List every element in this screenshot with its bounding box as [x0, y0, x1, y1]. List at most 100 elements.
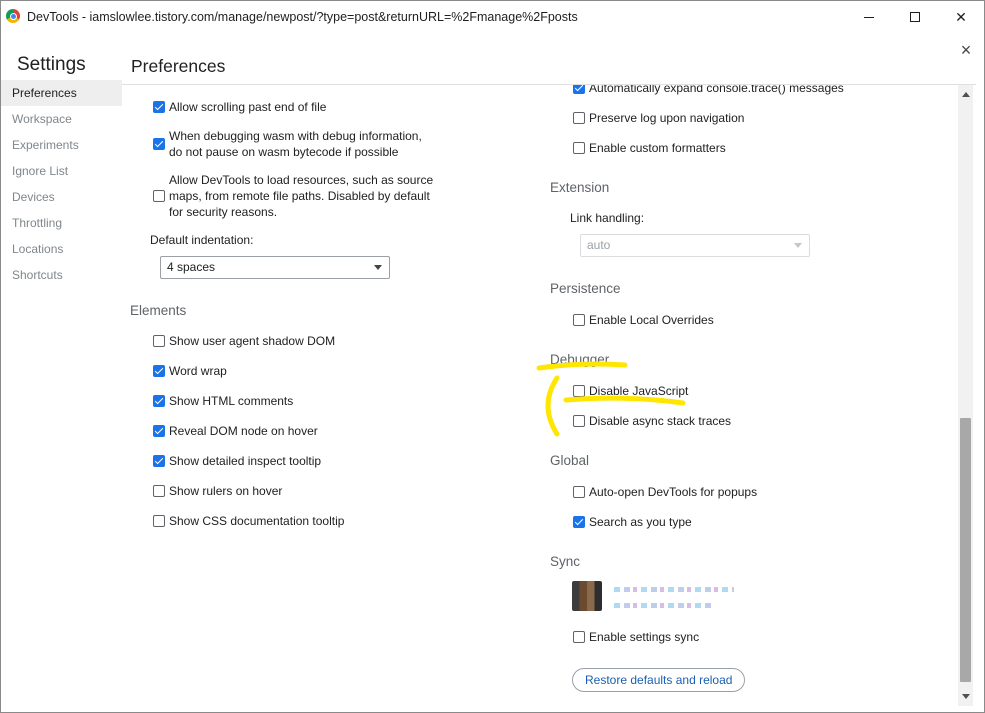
search-as-you-type-checkbox[interactable]	[573, 516, 585, 528]
sidebar-item-throttling[interactable]: Throttling	[1, 210, 122, 236]
scroll-down-icon[interactable]	[962, 694, 970, 699]
sidebar-item-workspace[interactable]: Workspace	[1, 106, 122, 132]
disable-javascript-checkbox[interactable]	[573, 385, 585, 397]
local-overrides-checkbox[interactable]	[573, 314, 585, 326]
reveal-dom-node-label: Reveal DOM node on hover	[169, 424, 318, 438]
custom-formatters-label: Enable custom formatters	[589, 141, 726, 155]
elements-item-row[interactable]: Word wrap	[153, 364, 227, 378]
local-overrides-label: Enable Local Overrides	[589, 313, 714, 327]
detailed-inspect-tooltip-checkbox[interactable]	[153, 455, 165, 467]
wasm-debug-label-line2: do not pause on wasm bytecode if possibl…	[169, 145, 399, 159]
close-icon: ✕	[955, 8, 967, 25]
disable-async-stack-label: Disable async stack traces	[589, 414, 732, 428]
account-name-redacted	[614, 587, 734, 592]
wasm-debug-checkbox[interactable]	[153, 138, 165, 150]
scrollbar-thumb[interactable]	[960, 418, 971, 682]
auto-open-popups-label: Auto-open DevTools for popups	[589, 485, 758, 499]
persistence-section-title: Persistence	[550, 281, 621, 296]
custom-formatters-checkbox[interactable]	[573, 142, 585, 154]
page-title: Preferences	[131, 56, 226, 76]
show-shadow-dom-label: Show user agent shadow DOM	[169, 334, 336, 348]
remote-files-label-line3: for security reasons.	[169, 205, 278, 219]
reveal-dom-node-checkbox[interactable]	[153, 425, 165, 437]
disable-async-stack-checkbox[interactable]	[573, 415, 585, 427]
show-html-comments-checkbox[interactable]	[153, 395, 165, 407]
settings-sidebar: Preferences Workspace Experiments Ignore…	[1, 80, 122, 288]
close-settings-button[interactable]: ×	[957, 41, 975, 59]
allow-scrolling-label: Allow scrolling past end of file	[169, 100, 327, 114]
sidebar-item-ignore-list[interactable]: Ignore List	[1, 158, 122, 184]
maximize-button[interactable]	[892, 1, 938, 33]
search-as-you-type-label: Search as you type	[589, 515, 692, 529]
close-window-button[interactable]: ✕	[938, 1, 984, 33]
wasm-debug-label: When debugging wasm with debug informati…	[169, 128, 422, 160]
extension-section-title: Extension	[550, 180, 610, 195]
show-html-comments-label: Show HTML comments	[169, 394, 294, 408]
wasm-debug-label-line1: When debugging wasm with debug informati…	[169, 129, 422, 143]
sidebar-item-experiments[interactable]: Experiments	[1, 132, 122, 158]
chevron-down-icon	[374, 265, 382, 270]
elements-item-row[interactable]: Show user agent shadow DOM	[153, 334, 335, 348]
sidebar-item-shortcuts[interactable]: Shortcuts	[1, 262, 122, 288]
preserve-log-checkbox[interactable]	[573, 112, 585, 124]
auto-open-popups-checkbox[interactable]	[573, 486, 585, 498]
restore-defaults-button[interactable]: Restore defaults and reload	[572, 668, 746, 692]
disable-javascript-label: Disable JavaScript	[589, 384, 689, 398]
word-wrap-label: Word wrap	[169, 364, 227, 378]
show-rulers-checkbox[interactable]	[153, 485, 165, 497]
link-handling-value: auto	[587, 238, 611, 252]
sync-item-row[interactable]: Enable settings sync	[573, 630, 699, 644]
sync-section-title: Sync	[550, 554, 581, 569]
remote-files-label-line2: maps, from remote file paths. Disabled b…	[169, 189, 430, 203]
default-indentation-label: Default indentation:	[150, 233, 254, 247]
maximize-icon	[910, 12, 920, 22]
link-handling-label: Link handling:	[570, 211, 645, 225]
word-wrap-checkbox[interactable]	[153, 365, 165, 377]
default-indentation-value: 4 spaces	[167, 260, 216, 274]
chrome-icon	[6, 9, 20, 23]
debugger-item-row[interactable]: Disable JavaScript	[573, 384, 688, 398]
debugger-item-row[interactable]: Disable async stack traces	[573, 414, 731, 428]
remote-files-checkbox-row[interactable]: Allow DevTools to load resources, such a…	[153, 172, 433, 220]
preferences-content: Allow scrolling past end of file When de…	[122, 85, 957, 712]
global-item-row[interactable]: Search as you type	[573, 515, 692, 529]
global-section-title: Global	[550, 453, 590, 468]
sidebar-item-preferences[interactable]: Preferences	[1, 80, 122, 106]
elements-item-row[interactable]: Show rulers on hover	[153, 484, 282, 498]
window-titlebar: DevTools - iamslowlee.tistory.com/manage…	[1, 1, 984, 33]
scroll-up-icon[interactable]	[962, 92, 970, 97]
avatar	[572, 581, 602, 611]
sidebar-item-locations[interactable]: Locations	[1, 236, 122, 262]
minimize-icon	[864, 16, 874, 18]
console-item-row[interactable]: Enable custom formatters	[573, 141, 726, 155]
css-doc-tooltip-checkbox[interactable]	[153, 515, 165, 527]
expand-console-trace-label: Automatically expand console.trace() mes…	[589, 85, 844, 95]
default-indentation-select[interactable]: 4 spaces	[160, 256, 390, 279]
elements-item-row[interactable]: Reveal DOM node on hover	[153, 424, 318, 438]
show-shadow-dom-checkbox[interactable]	[153, 335, 165, 347]
console-item-row[interactable]: Automatically expand console.trace() mes…	[573, 85, 844, 95]
elements-item-row[interactable]: Show detailed inspect tooltip	[153, 454, 321, 468]
settings-sync-label: Enable settings sync	[589, 630, 700, 644]
preserve-log-label: Preserve log upon navigation	[589, 111, 745, 125]
allow-scrolling-checkbox-row[interactable]: Allow scrolling past end of file	[153, 100, 326, 114]
sidebar-item-devices[interactable]: Devices	[1, 184, 122, 210]
elements-item-row[interactable]: Show HTML comments	[153, 394, 293, 408]
wasm-debug-checkbox-row[interactable]: When debugging wasm with debug informati…	[153, 128, 422, 160]
global-item-row[interactable]: Auto-open DevTools for popups	[573, 485, 757, 499]
console-item-row[interactable]: Preserve log upon navigation	[573, 111, 744, 125]
expand-console-trace-checkbox[interactable]	[573, 85, 585, 94]
show-rulers-label: Show rulers on hover	[169, 484, 283, 498]
settings-sync-checkbox[interactable]	[573, 631, 585, 643]
settings-heading: Settings	[17, 54, 86, 75]
account-email-redacted	[614, 603, 712, 608]
minimize-button[interactable]	[846, 1, 892, 33]
elements-item-row[interactable]: Show CSS documentation tooltip	[153, 514, 344, 528]
link-handling-select[interactable]: auto	[580, 234, 810, 257]
persistence-item-row[interactable]: Enable Local Overrides	[573, 313, 714, 327]
allow-scrolling-checkbox[interactable]	[153, 101, 165, 113]
css-doc-tooltip-label: Show CSS documentation tooltip	[169, 514, 345, 528]
vertical-scrollbar[interactable]	[958, 85, 973, 706]
chevron-down-icon	[794, 243, 802, 248]
remote-files-checkbox[interactable]	[153, 190, 165, 202]
